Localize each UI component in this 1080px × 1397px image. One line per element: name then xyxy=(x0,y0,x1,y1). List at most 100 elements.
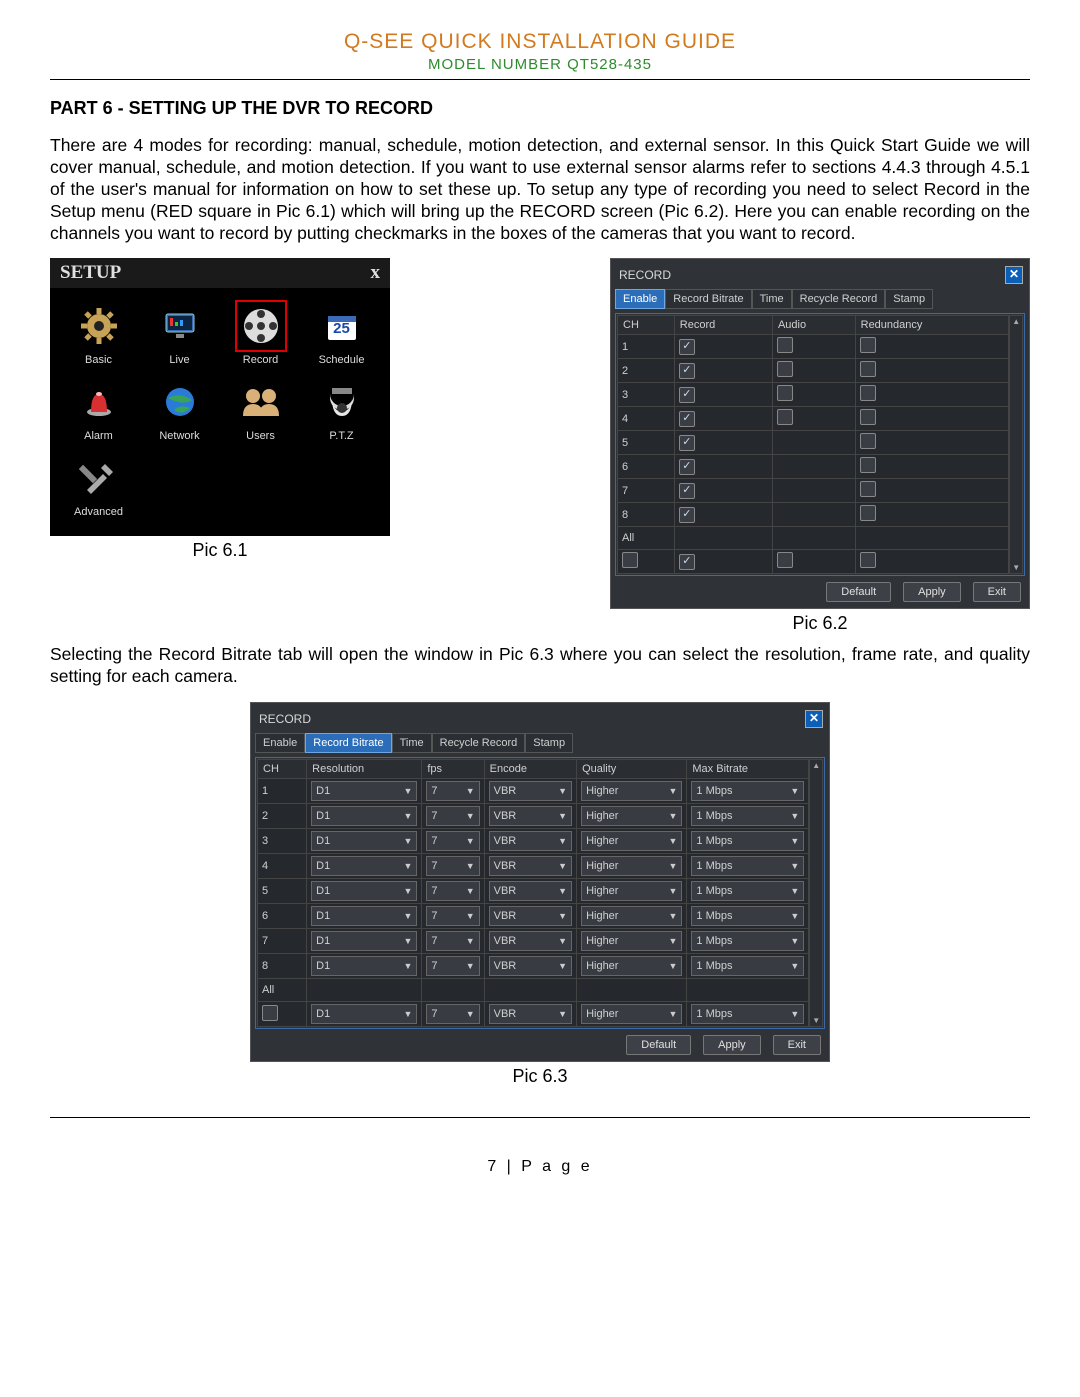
dropdown[interactable]: 7▼ xyxy=(426,781,479,801)
default-button[interactable]: Default xyxy=(626,1035,691,1055)
dropdown[interactable]: 7▼ xyxy=(426,806,479,826)
dropdown[interactable]: VBR▼ xyxy=(489,806,572,826)
setup-item-network[interactable]: Network xyxy=(139,378,220,442)
tab-stamp[interactable]: Stamp xyxy=(885,289,933,309)
exit-button[interactable]: Exit xyxy=(773,1035,821,1055)
dropdown[interactable]: Higher▼ xyxy=(581,956,682,976)
dropdown[interactable]: 1 Mbps▼ xyxy=(691,781,804,801)
tab-enable[interactable]: Enable xyxy=(615,289,665,309)
dropdown[interactable]: D1▼ xyxy=(311,906,417,926)
dropdown[interactable]: 7▼ xyxy=(426,831,479,851)
dropdown[interactable]: 7▼ xyxy=(426,1004,479,1024)
tab-enable[interactable]: Enable xyxy=(255,733,305,753)
dropdown[interactable]: 7▼ xyxy=(426,906,479,926)
dropdown[interactable]: 7▼ xyxy=(426,956,479,976)
close-icon[interactable]: ✕ xyxy=(805,710,823,728)
setup-item-ptz[interactable]: P.T.Z xyxy=(301,378,382,442)
dropdown[interactable]: D1▼ xyxy=(311,806,417,826)
dropdown[interactable]: D1▼ xyxy=(311,956,417,976)
checkbox[interactable]: ✓ xyxy=(679,435,695,451)
checkbox[interactable] xyxy=(860,409,876,425)
dropdown[interactable]: 1 Mbps▼ xyxy=(691,806,804,826)
dropdown[interactable]: 1 Mbps▼ xyxy=(691,1004,804,1024)
dropdown[interactable]: VBR▼ xyxy=(489,856,572,876)
checkbox[interactable] xyxy=(860,457,876,473)
dropdown[interactable]: Higher▼ xyxy=(581,781,682,801)
dropdown[interactable]: 7▼ xyxy=(426,856,479,876)
tab-record-bitrate[interactable]: Record Bitrate xyxy=(665,289,751,309)
setup-item-basic[interactable]: Basic xyxy=(58,302,139,366)
checkbox[interactable] xyxy=(860,361,876,377)
dropdown[interactable]: D1▼ xyxy=(311,1004,417,1024)
checkbox[interactable]: ✓ xyxy=(679,387,695,403)
exit-button[interactable]: Exit xyxy=(973,582,1021,602)
checkbox[interactable]: ✓ xyxy=(679,554,695,570)
checkbox[interactable] xyxy=(860,481,876,497)
checkbox[interactable] xyxy=(860,505,876,521)
dropdown[interactable]: 7▼ xyxy=(426,881,479,901)
dropdown[interactable]: D1▼ xyxy=(311,856,417,876)
dropdown[interactable]: Higher▼ xyxy=(581,881,682,901)
checkbox[interactable] xyxy=(777,337,793,353)
dropdown[interactable]: Higher▼ xyxy=(581,806,682,826)
setup-item-users[interactable]: Users xyxy=(220,378,301,442)
dropdown[interactable]: 1 Mbps▼ xyxy=(691,881,804,901)
checkbox[interactable] xyxy=(622,552,638,568)
dropdown[interactable]: Higher▼ xyxy=(581,831,682,851)
dropdown[interactable]: VBR▼ xyxy=(489,781,572,801)
checkbox[interactable] xyxy=(262,1005,278,1021)
checkbox[interactable]: ✓ xyxy=(679,507,695,523)
apply-button[interactable]: Apply xyxy=(903,582,961,602)
dropdown[interactable]: VBR▼ xyxy=(489,831,572,851)
checkbox[interactable]: ✓ xyxy=(679,483,695,499)
dropdown[interactable]: Higher▼ xyxy=(581,931,682,951)
dropdown[interactable]: Higher▼ xyxy=(581,856,682,876)
checkbox[interactable] xyxy=(860,433,876,449)
checkbox[interactable] xyxy=(777,409,793,425)
dropdown[interactable]: Higher▼ xyxy=(581,1004,682,1024)
checkbox[interactable]: ✓ xyxy=(679,363,695,379)
checkbox[interactable] xyxy=(860,552,876,568)
setup-item-alarm[interactable]: Alarm xyxy=(58,378,139,442)
close-icon[interactable]: ✕ xyxy=(1005,266,1023,284)
checkbox[interactable]: ✓ xyxy=(679,459,695,475)
dropdown[interactable]: VBR▼ xyxy=(489,881,572,901)
dropdown[interactable]: D1▼ xyxy=(311,881,417,901)
dropdown[interactable]: 1 Mbps▼ xyxy=(691,906,804,926)
scrollbar[interactable]: ▲▼ xyxy=(1009,315,1023,574)
default-button[interactable]: Default xyxy=(826,582,891,602)
dropdown[interactable]: D1▼ xyxy=(311,781,417,801)
tab-record-bitrate[interactable]: Record Bitrate xyxy=(305,733,391,753)
dropdown[interactable]: Higher▼ xyxy=(581,906,682,926)
setup-item-record[interactable]: Record xyxy=(220,302,301,366)
dropdown[interactable]: D1▼ xyxy=(311,931,417,951)
dropdown[interactable]: 7▼ xyxy=(426,931,479,951)
tab-recycle-record[interactable]: Recycle Record xyxy=(432,733,526,753)
checkbox[interactable] xyxy=(860,385,876,401)
dropdown[interactable]: VBR▼ xyxy=(489,931,572,951)
dropdown[interactable]: 1 Mbps▼ xyxy=(691,831,804,851)
dropdown[interactable]: 1 Mbps▼ xyxy=(691,931,804,951)
checkbox[interactable] xyxy=(777,361,793,377)
tab-stamp[interactable]: Stamp xyxy=(525,733,573,753)
setup-item-live[interactable]: Live xyxy=(139,302,220,366)
checkbox[interactable]: ✓ xyxy=(679,339,695,355)
dropdown[interactable]: VBR▼ xyxy=(489,1004,572,1024)
dropdown[interactable]: 1 Mbps▼ xyxy=(691,856,804,876)
checkbox[interactable]: ✓ xyxy=(679,411,695,427)
checkbox[interactable] xyxy=(777,385,793,401)
setup-item-advanced[interactable]: Advanced xyxy=(58,454,139,518)
apply-button[interactable]: Apply xyxy=(703,1035,761,1055)
dropdown[interactable]: D1▼ xyxy=(311,831,417,851)
setup-item-schedule[interactable]: 25 Schedule xyxy=(301,302,382,366)
dropdown[interactable]: VBR▼ xyxy=(489,956,572,976)
scrollbar[interactable]: ▲▼ xyxy=(809,759,823,1027)
tab-recycle-record[interactable]: Recycle Record xyxy=(792,289,886,309)
checkbox[interactable] xyxy=(860,337,876,353)
dropdown[interactable]: VBR▼ xyxy=(489,906,572,926)
setup-close[interactable]: x xyxy=(371,262,381,284)
dropdown[interactable]: 1 Mbps▼ xyxy=(691,956,804,976)
tab-time[interactable]: Time xyxy=(392,733,432,753)
checkbox[interactable] xyxy=(777,552,793,568)
tab-time[interactable]: Time xyxy=(752,289,792,309)
